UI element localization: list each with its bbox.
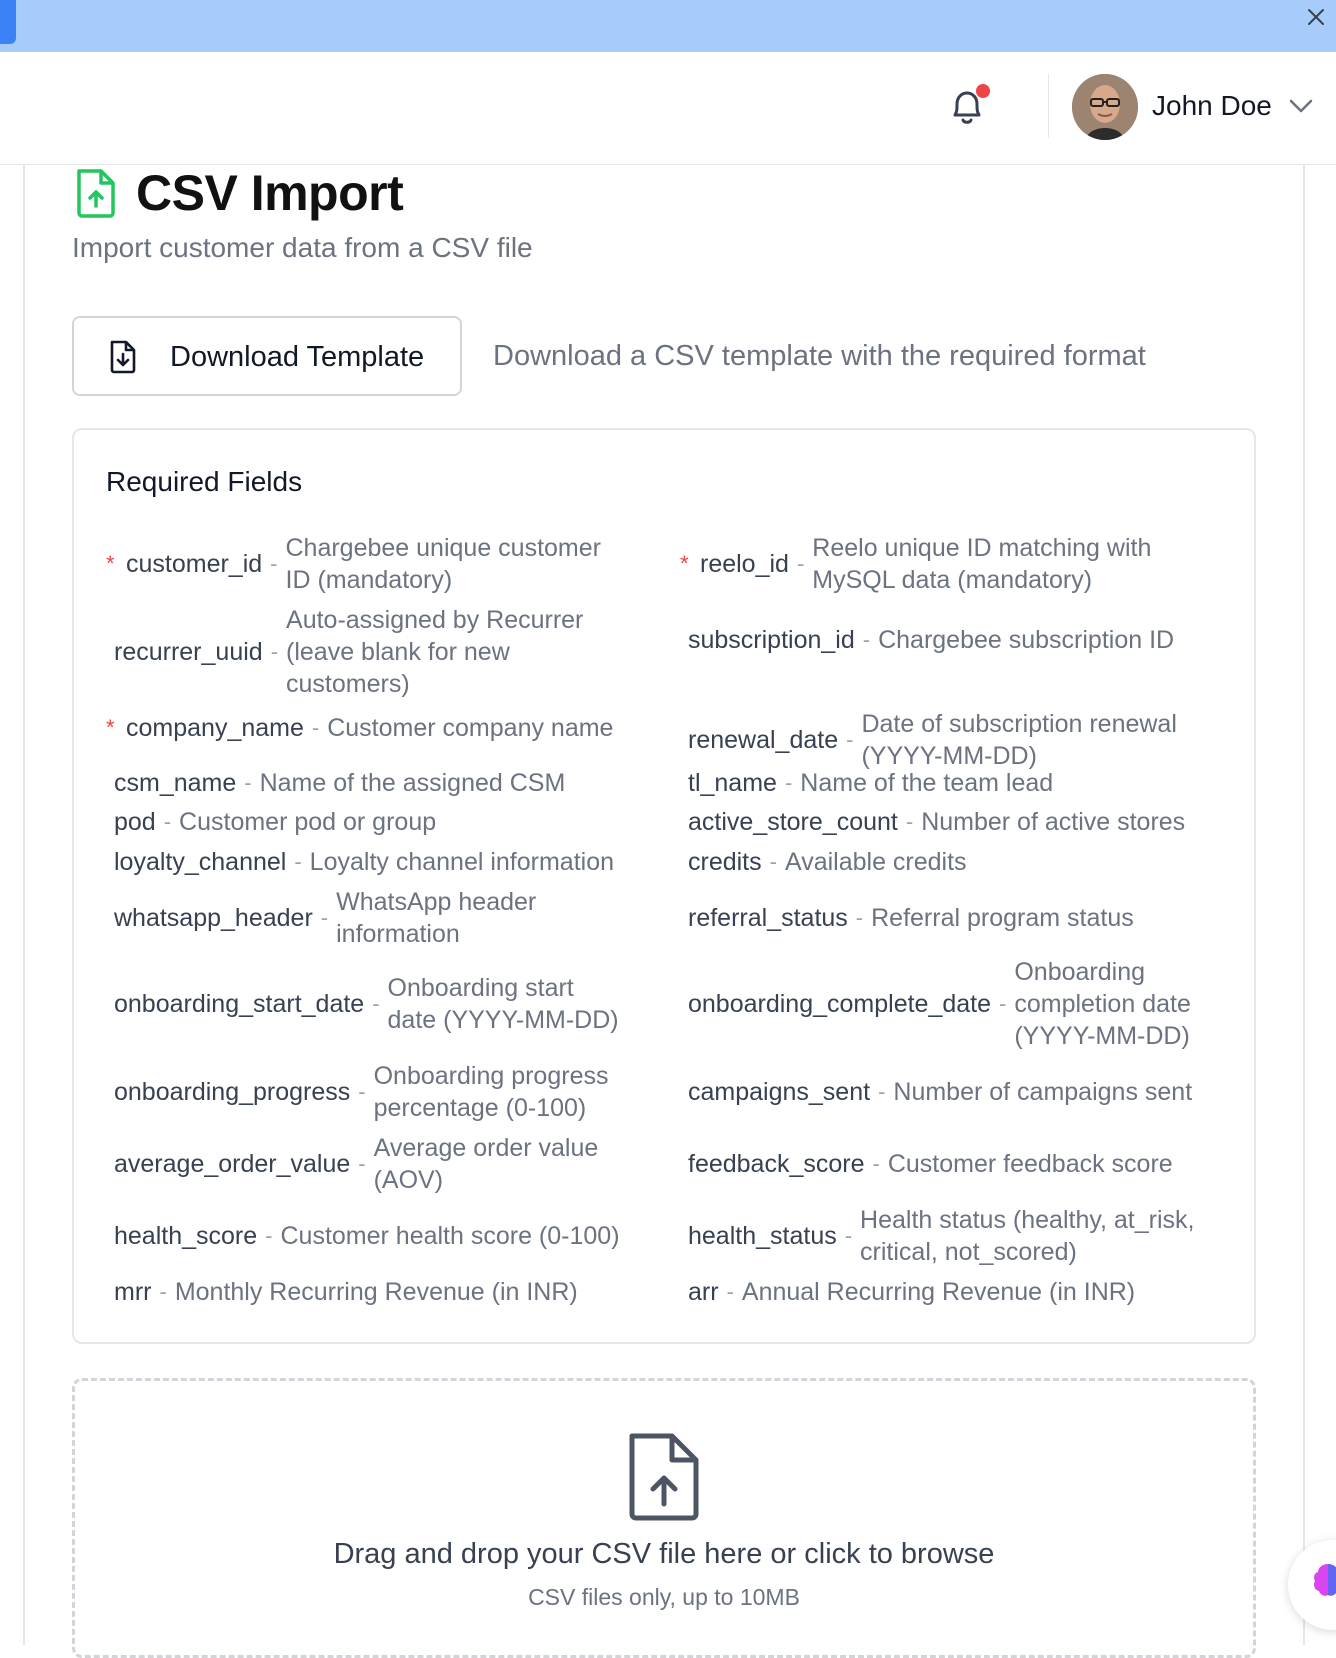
field-name: customer_id bbox=[126, 549, 263, 578]
field-name: onboarding_complete_date bbox=[688, 989, 992, 1018]
field-name: onboarding_start_date bbox=[114, 989, 365, 1018]
field-company-name: * company_name - Customer company name bbox=[106, 713, 614, 743]
field-tl-name: tl_name - Name of the team lead bbox=[688, 768, 1054, 798]
field-name: pod bbox=[114, 807, 156, 836]
field-name: active_store_count bbox=[688, 807, 898, 836]
field-name: tl_name bbox=[688, 768, 777, 797]
field-description: Onboarding start date (YYYY-MM-DD) bbox=[387, 974, 619, 1034]
field-description: Referral program status bbox=[871, 904, 1134, 932]
notification-badge bbox=[976, 84, 990, 98]
top-banner bbox=[0, 0, 1336, 52]
field-active-store-count: active_store_count - Number of active st… bbox=[688, 807, 1186, 837]
field-name: credits bbox=[688, 847, 762, 876]
field-referral-status: referral_status - Referral program statu… bbox=[688, 903, 1134, 933]
field-credits: credits - Available credits bbox=[688, 847, 967, 877]
field-description: Loyalty channel information bbox=[309, 848, 615, 876]
field-name: health_status bbox=[688, 1221, 837, 1250]
field-description: Onboarding progress percentage (0-100) bbox=[373, 1062, 609, 1122]
field-description: Date of subscription renewal (YYYY-MM-DD… bbox=[861, 710, 1177, 770]
field-description: Customer pod or group bbox=[179, 808, 437, 836]
field-name: renewal_date bbox=[688, 725, 839, 754]
dropzone-text: Drag and drop your CSV file here or clic… bbox=[333, 1538, 995, 1570]
download-template-label: Download Template bbox=[170, 341, 425, 373]
field-name: campaigns_sent bbox=[688, 1077, 871, 1106]
field-description: Monthly Recurring Revenue (in INR) bbox=[174, 1278, 578, 1306]
field-name: reelo_id bbox=[700, 549, 789, 578]
dropzone-subtext: CSV files only, up to 10MB bbox=[528, 1584, 800, 1610]
field-description: Reelo unique ID matching with MySQL data… bbox=[812, 534, 1152, 594]
field-pod: pod - Customer pod or group bbox=[114, 807, 437, 837]
field-name: health_score bbox=[114, 1221, 258, 1250]
field-customer-id: * customer_id - Chargebee unique custome… bbox=[106, 532, 646, 596]
field-csm-name: csm_name - Name of the assigned CSM bbox=[114, 768, 566, 798]
field-whatsapp-header: whatsapp_header - WhatsApp header inform… bbox=[106, 886, 646, 950]
field-mrr: mrr - Monthly Recurring Revenue (in INR) bbox=[114, 1277, 578, 1307]
field-name: feedback_score bbox=[688, 1149, 865, 1178]
chevron-down-icon[interactable] bbox=[1287, 96, 1315, 116]
field-reelo-id: * reelo_id - Reelo unique ID matching wi… bbox=[680, 534, 1152, 594]
field-description: Auto-assigned by Recurrer (leave blank f… bbox=[286, 606, 584, 698]
field-description: Chargebee unique customer ID (mandatory) bbox=[285, 534, 601, 594]
field-arr: arr - Annual Recurring Revenue (in INR) bbox=[688, 1277, 1136, 1307]
field-description: Customer health score (0-100) bbox=[280, 1222, 620, 1250]
required-marker: * bbox=[106, 551, 115, 576]
field-name: referral_status bbox=[688, 903, 848, 932]
field-health-status: health_status - Health status (healthy, … bbox=[680, 1204, 1240, 1268]
divider bbox=[1048, 74, 1049, 138]
field-recurrer-uuid: recurrer_uuid - Auto-assigned by Recurre… bbox=[106, 604, 646, 700]
avatar[interactable] bbox=[1072, 74, 1138, 140]
required-marker: * bbox=[106, 715, 115, 740]
file-upload-icon bbox=[77, 169, 115, 218]
page-subtitle: Import customer data from a CSV file bbox=[72, 232, 533, 263]
field-name: onboarding_progress bbox=[114, 1077, 351, 1106]
field-subscription-id: subscription_id - Chargebee subscription… bbox=[688, 625, 1175, 655]
field-name: arr bbox=[688, 1277, 719, 1306]
field-onboarding-complete-date: onboarding_complete_date - Onboarding co… bbox=[680, 956, 1240, 1052]
field-onboarding-start-date: onboarding_start_date - Onboarding start… bbox=[106, 972, 646, 1036]
field-name: company_name bbox=[126, 713, 304, 742]
download-template-description: Download a CSV template with the require… bbox=[493, 340, 1146, 372]
field-feedback-score: feedback_score - Customer feedback score bbox=[688, 1149, 1173, 1179]
field-name: average_order_value bbox=[114, 1149, 351, 1178]
field-campaigns-sent: campaigns_sent - Number of campaigns sen… bbox=[688, 1077, 1193, 1107]
file-download-icon bbox=[110, 340, 136, 374]
page-title: CSV Import bbox=[136, 165, 404, 221]
field-description: Number of campaigns sent bbox=[893, 1078, 1193, 1106]
topbar: John Doe bbox=[0, 52, 1336, 165]
field-loyalty-channel: loyalty_channel - Loyalty channel inform… bbox=[114, 847, 615, 877]
field-name: csm_name bbox=[114, 768, 237, 797]
user-name[interactable]: John Doe bbox=[1152, 90, 1272, 122]
file-upload-icon bbox=[629, 1433, 699, 1521]
field-description: Name of the assigned CSM bbox=[259, 769, 566, 797]
field-description: Health status (healthy, at_risk, critica… bbox=[860, 1206, 1195, 1266]
field-onboarding-progress: onboarding_progress - Onboarding progres… bbox=[106, 1060, 646, 1124]
field-description: Available credits bbox=[784, 848, 967, 876]
field-description: Chargebee subscription ID bbox=[878, 626, 1175, 654]
field-description: Onboarding completion date (YYYY-MM-DD) bbox=[1014, 958, 1191, 1050]
field-name: recurrer_uuid bbox=[114, 637, 263, 666]
required-fields-title: Required Fields bbox=[106, 466, 303, 497]
field-description: Customer company name bbox=[327, 714, 614, 742]
field-description: Name of the team lead bbox=[800, 769, 1054, 797]
field-description: WhatsApp header information bbox=[336, 888, 537, 948]
required-marker: * bbox=[680, 551, 689, 576]
field-description: Average order value (AOV) bbox=[373, 1134, 599, 1194]
field-description: Number of active stores bbox=[921, 808, 1186, 836]
field-name: mrr bbox=[114, 1277, 152, 1306]
field-description: Annual Recurring Revenue (in INR) bbox=[741, 1278, 1136, 1306]
close-icon[interactable] bbox=[1304, 5, 1328, 29]
download-template-button[interactable]: Download Template bbox=[72, 316, 462, 396]
banner-tab bbox=[0, 0, 16, 44]
field-renewal-date: renewal_date - Date of subscription rene… bbox=[680, 708, 1240, 772]
field-name: whatsapp_header bbox=[114, 903, 313, 932]
brain-icon bbox=[1314, 1564, 1336, 1596]
field-name: loyalty_channel bbox=[114, 847, 287, 876]
field-name: subscription_id bbox=[688, 625, 855, 654]
field-health-score: health_score - Customer health score (0-… bbox=[114, 1221, 620, 1251]
field-average-order-value: average_order_value - Average order valu… bbox=[106, 1132, 646, 1196]
field-description: Customer feedback score bbox=[887, 1150, 1173, 1178]
